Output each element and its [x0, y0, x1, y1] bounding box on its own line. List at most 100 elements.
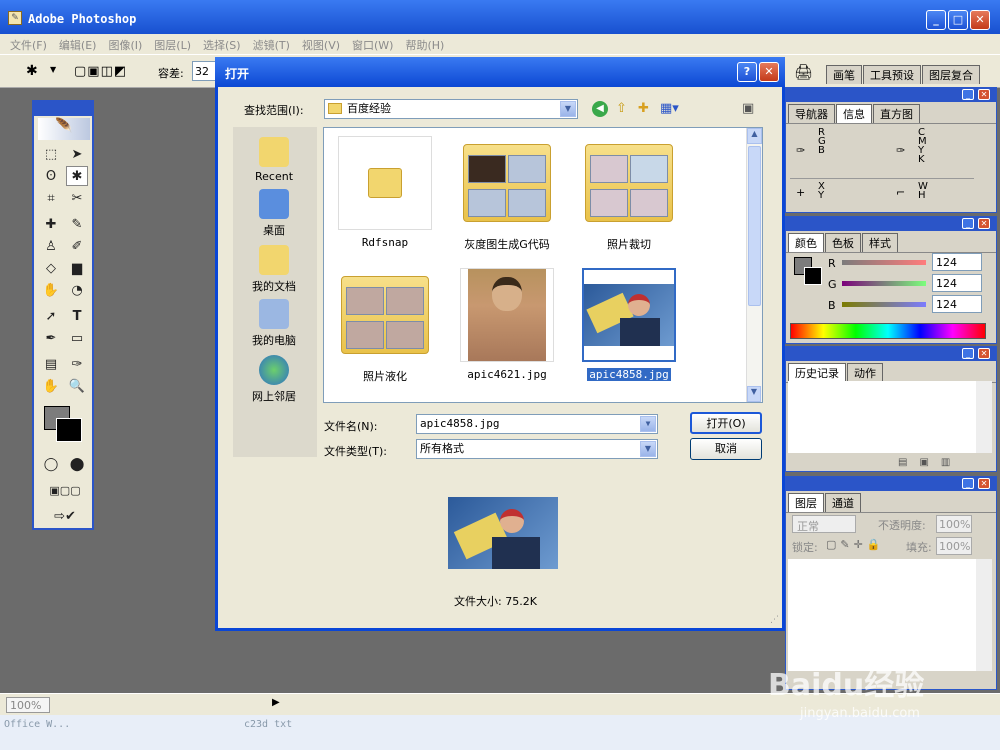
- fill-input[interactable]: 100%: [936, 537, 972, 555]
- file-item-folder[interactable]: 灰度图生成G代码: [452, 136, 562, 252]
- file-item-image[interactable]: apic4621.jpg: [452, 268, 562, 381]
- file-list-scrollbar[interactable]: ▲ ▼: [746, 128, 762, 402]
- healing-tool-icon[interactable]: ✚: [40, 214, 62, 234]
- shape-tool-icon[interactable]: ▭: [66, 328, 88, 348]
- menu-window[interactable]: 窗口(W): [352, 39, 393, 52]
- place-network[interactable]: 网上邻居: [243, 355, 305, 404]
- menu-image[interactable]: 图像(I): [108, 39, 142, 52]
- notes-tool-icon[interactable]: ▤: [40, 354, 62, 374]
- filetype-dropdown[interactable]: 所有格式 ▼: [416, 439, 658, 459]
- brush-tool-icon[interactable]: ✎: [66, 214, 88, 234]
- panel-minimize-button[interactable]: _: [962, 348, 974, 359]
- tab-histogram[interactable]: 直方图: [873, 104, 920, 123]
- taskbar-item[interactable]: c23d txt: [244, 719, 292, 730]
- tab-tool-presets[interactable]: 工具预设: [863, 65, 921, 84]
- scrollbar-thumb[interactable]: [748, 146, 761, 306]
- menu-select[interactable]: 选择(S): [203, 39, 241, 52]
- menu-edit[interactable]: 编辑(E): [59, 39, 97, 52]
- pen-tool-icon[interactable]: ✒: [40, 328, 62, 348]
- slice-tool-icon[interactable]: ✂: [66, 188, 88, 208]
- file-item-folder[interactable]: 照片裁切: [574, 136, 684, 252]
- history-footer-icons[interactable]: ▤▣▥: [898, 457, 962, 468]
- menu-view[interactable]: 视图(V): [302, 39, 340, 52]
- slider-b-value[interactable]: 124: [932, 295, 982, 313]
- view-menu-icon[interactable]: ▦▾: [660, 101, 679, 116]
- color-spectrum-bar[interactable]: [790, 323, 986, 339]
- marquee-tool-icon[interactable]: ⬚: [40, 144, 62, 164]
- panel-close-button[interactable]: ✕: [978, 218, 990, 229]
- chevron-down-icon[interactable]: ▼: [560, 101, 576, 117]
- panel-bg-swatch[interactable]: [804, 267, 822, 285]
- blur-tool-icon[interactable]: ✋: [40, 280, 62, 300]
- panel-minimize-button[interactable]: _: [962, 89, 974, 100]
- file-item-image-selected[interactable]: apic4858.jpg: [574, 268, 684, 381]
- tab-channels[interactable]: 通道: [825, 493, 861, 512]
- history-list[interactable]: [788, 381, 976, 453]
- magic-wand-icon[interactable]: ✱: [26, 63, 38, 79]
- tab-navigator[interactable]: 导航器: [788, 104, 835, 123]
- tab-layers[interactable]: 图层: [788, 493, 824, 512]
- history-brush-icon[interactable]: ✐: [66, 236, 88, 256]
- hand-tool-icon[interactable]: ✋: [40, 376, 62, 396]
- background-color-swatch[interactable]: [56, 418, 82, 442]
- tab-history[interactable]: 历史记录: [788, 363, 846, 382]
- slider-r-track[interactable]: [842, 260, 926, 265]
- maximize-button[interactable]: □: [948, 10, 968, 30]
- file-item-folder[interactable]: Rdfsnap: [330, 136, 440, 249]
- file-list[interactable]: Rdfsnap 灰度图生成G代码 照片裁切 照片液化 apic4621.jpg …: [323, 127, 763, 403]
- tab-styles[interactable]: 样式: [862, 233, 898, 252]
- stamp-tool-icon[interactable]: ♙: [40, 236, 62, 256]
- place-my-documents[interactable]: 我的文档: [243, 245, 305, 294]
- history-scrollbar[interactable]: [976, 381, 992, 453]
- up-folder-icon[interactable]: ⇧: [616, 101, 627, 116]
- close-button[interactable]: ✕: [970, 10, 990, 30]
- tab-color[interactable]: 颜色: [788, 233, 824, 252]
- minimize-button[interactable]: _: [926, 10, 946, 30]
- status-arrow-icon[interactable]: ▶: [272, 697, 280, 708]
- lock-icons[interactable]: ▢✎✛🔒: [826, 538, 885, 551]
- new-folder-icon[interactable]: ✚: [638, 101, 649, 116]
- dodge-tool-icon[interactable]: ◔: [66, 280, 88, 300]
- screen-mode-icons[interactable]: ▣▢▢: [42, 480, 88, 500]
- cancel-button[interactable]: 取消: [690, 438, 762, 460]
- place-desktop[interactable]: 桌面: [243, 189, 305, 238]
- chevron-down-icon[interactable]: ▼: [640, 441, 656, 457]
- chevron-down-icon[interactable]: ▼: [640, 416, 656, 432]
- slider-b-track[interactable]: [842, 302, 926, 307]
- panel-close-button[interactable]: ✕: [978, 348, 990, 359]
- filename-input[interactable]: apic4858.jpg ▼: [416, 414, 658, 434]
- gradient-tool-icon[interactable]: ▆: [66, 258, 88, 278]
- panel-close-button[interactable]: ✕: [978, 89, 990, 100]
- layers-scrollbar[interactable]: [976, 559, 992, 671]
- lookin-dropdown[interactable]: 百度经验 ▼: [324, 99, 578, 119]
- selection-mode-icons[interactable]: ▢▣◫◩: [74, 64, 127, 79]
- file-item-folder[interactable]: 照片液化: [330, 268, 440, 384]
- zoom-field[interactable]: 100%: [6, 697, 50, 713]
- tab-info[interactable]: 信息: [836, 104, 872, 123]
- jump-to-imageready-icon[interactable]: ⇨✔: [42, 506, 88, 526]
- place-my-computer[interactable]: 我的电脑: [243, 299, 305, 348]
- slider-g-track[interactable]: [842, 281, 926, 286]
- menu-filter[interactable]: 滤镜(T): [253, 39, 290, 52]
- layers-list[interactable]: [788, 559, 976, 671]
- menu-layer[interactable]: 图层(L): [154, 39, 191, 52]
- resize-grip-icon[interactable]: ⋰: [770, 615, 779, 625]
- eyedropper-tool-icon[interactable]: ✑: [66, 354, 88, 374]
- palette-well-icon[interactable]: 🖨: [794, 63, 813, 81]
- tab-layer-comps[interactable]: 图层复合: [922, 65, 980, 84]
- tab-brushes[interactable]: 画笔: [826, 65, 862, 84]
- move-tool-icon[interactable]: ➤: [66, 144, 88, 164]
- panel-close-button[interactable]: ✕: [978, 478, 990, 489]
- desktop-icon[interactable]: ▣: [742, 101, 754, 116]
- crop-tool-icon[interactable]: ⌗: [40, 188, 62, 208]
- back-icon[interactable]: ◀: [592, 101, 608, 117]
- menu-file[interactable]: 文件(F): [10, 39, 47, 52]
- taskbar-item[interactable]: Office W...: [4, 719, 70, 730]
- menu-help[interactable]: 帮助(H): [405, 39, 444, 52]
- tolerance-input[interactable]: 32: [192, 61, 216, 81]
- lasso-tool-icon[interactable]: ʘ: [40, 166, 62, 186]
- dialog-close-button[interactable]: ✕: [759, 62, 779, 82]
- standard-mode-icon[interactable]: ◯: [40, 454, 62, 474]
- eraser-tool-icon[interactable]: ◇: [40, 258, 62, 278]
- tab-swatches[interactable]: 色板: [825, 233, 861, 252]
